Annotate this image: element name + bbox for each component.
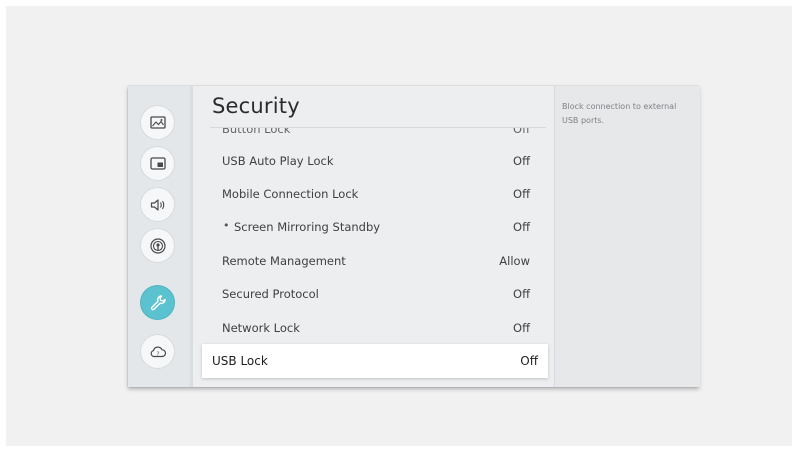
sidebar-item-screen[interactable] (141, 147, 174, 180)
row-value: Off (513, 128, 530, 136)
menu-row-network-lock[interactable]: Network Lock Off (210, 311, 530, 344)
sub-item-bullet: • (223, 219, 230, 232)
wrench-icon (150, 294, 166, 310)
row-value: Off (513, 220, 530, 234)
row-label: Network Lock (222, 321, 300, 335)
row-label: USB Lock (212, 354, 268, 368)
menu-row-mobile-connection-lock[interactable]: Mobile Connection Lock Off (210, 177, 530, 210)
row-label: USB Auto Play Lock (222, 154, 334, 168)
row-label: Screen Mirroring Standby (234, 220, 381, 234)
help-panel: Block connection to external USB ports. (554, 86, 700, 387)
sidebar-item-general[interactable] (141, 286, 174, 319)
row-value: Off (513, 287, 530, 301)
network-icon (149, 237, 166, 254)
sidebar-item-network[interactable] (141, 229, 174, 262)
settings-panel: ? Security Button Lock Off USB Auto Play… (128, 86, 700, 387)
help-description: Block connection to external USB ports. (562, 102, 677, 125)
sidebar-item-picture[interactable] (141, 106, 174, 139)
sound-icon (150, 198, 164, 211)
row-label: Button Lock (222, 128, 291, 136)
menu-row-usb-auto-play-lock[interactable]: USB Auto Play Lock Off (210, 144, 530, 177)
menu-row-remote-management[interactable]: Remote Management Allow (210, 244, 530, 277)
row-value: Off (513, 154, 530, 168)
row-label: Secured Protocol (222, 287, 319, 301)
tv-screen: ? Security Button Lock Off USB Auto Play… (6, 6, 792, 446)
row-value: Off (513, 321, 530, 335)
settings-sidebar: ? (128, 86, 190, 387)
row-label: Remote Management (222, 254, 346, 268)
menu-row-button-lock[interactable]: Button Lock Off (210, 128, 530, 136)
sidebar-item-support[interactable]: ? (141, 335, 174, 368)
picture-icon (149, 115, 166, 129)
menu-row-screen-mirroring-standby[interactable]: • Screen Mirroring Standby Off (210, 210, 530, 243)
sidebar-item-sound[interactable] (141, 188, 174, 221)
menu-row-secured-protocol[interactable]: Secured Protocol Off (210, 277, 530, 310)
row-value: Off (520, 354, 538, 368)
sidebar-divider (190, 86, 193, 387)
menu-row-usb-lock[interactable]: USB Lock Off (202, 344, 548, 378)
title-divider (210, 127, 546, 128)
svg-text:?: ? (156, 351, 159, 357)
row-value: Off (513, 187, 530, 201)
cloud-support-icon: ? (150, 346, 166, 357)
security-menu: Security Button Lock Off USB Auto Play L… (200, 86, 549, 387)
page-title: Security (212, 94, 300, 118)
screen-mode-icon (149, 156, 166, 170)
row-label: Mobile Connection Lock (222, 187, 359, 201)
row-value: Allow (499, 254, 530, 268)
